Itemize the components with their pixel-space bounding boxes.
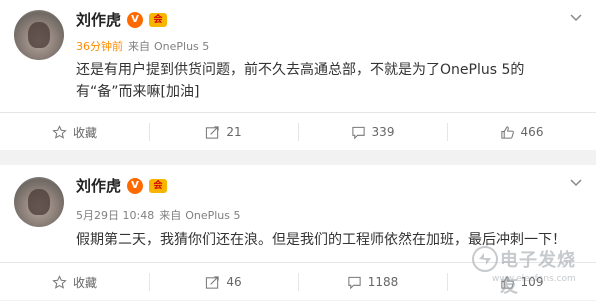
avatar[interactable] xyxy=(14,10,64,60)
like-count: 466 xyxy=(520,125,544,139)
watermark: 电子发烧友 www.elecfans.com xyxy=(470,238,588,297)
author-name[interactable]: 刘作虎 xyxy=(76,176,121,196)
member-badge-icon: 会 xyxy=(149,13,168,27)
source-device[interactable]: OnePlus 5 xyxy=(185,209,240,222)
author-name[interactable]: 刘作虎 xyxy=(76,10,121,30)
source-device[interactable]: OnePlus 5 xyxy=(154,40,209,53)
comment-count: 1188 xyxy=(367,275,399,289)
comment-icon xyxy=(351,126,365,139)
chevron-down-icon[interactable] xyxy=(570,179,582,187)
post-text: 还是有用户提到供货问题，前不久去高通总部，不就是为了OnePlus 5的有“备”… xyxy=(76,62,525,100)
favorite-button[interactable]: 收藏 xyxy=(0,113,149,151)
post-meta: 36分钟前 来自 OnePlus 5 xyxy=(76,40,209,54)
comment-count: 339 xyxy=(371,125,395,139)
post-time[interactable]: 5月29日 10:48 xyxy=(76,209,154,222)
forward-button[interactable]: 46 xyxy=(149,263,298,301)
author-row: 刘作虎 V 会 xyxy=(76,176,168,196)
comment-icon xyxy=(348,276,361,289)
forward-button[interactable]: 21 xyxy=(149,113,298,151)
action-bar: 收藏 21 339 466 xyxy=(0,112,596,151)
chevron-down-icon[interactable] xyxy=(570,14,582,22)
star-icon xyxy=(52,274,67,289)
member-badge-icon: 会 xyxy=(149,179,168,193)
post-time[interactable]: 36分钟前 xyxy=(76,40,123,53)
forward-icon xyxy=(206,275,219,289)
favorite-label: 收藏 xyxy=(72,275,97,290)
forward-count: 21 xyxy=(226,125,242,139)
verified-icon: V xyxy=(127,12,144,28)
favorite-button[interactable]: 收藏 xyxy=(0,263,149,301)
watermark-url: www.elecfans.com xyxy=(492,274,576,284)
forward-icon xyxy=(206,125,219,139)
source-prefix: 来自 xyxy=(128,40,150,53)
author-row: 刘作虎 V 会 xyxy=(76,10,168,30)
post-meta: 5月29日 10:48 来自 OnePlus 5 xyxy=(76,209,241,223)
post-card: 刘作虎 V 会 36分钟前 来自 OnePlus 5 还是有用户提到供货问题，前不久… xyxy=(0,0,596,150)
like-button[interactable]: 466 xyxy=(447,113,596,151)
comment-button[interactable]: 1188 xyxy=(298,263,447,301)
comment-button[interactable]: 339 xyxy=(298,113,447,151)
verified-icon: V xyxy=(127,178,144,194)
star-icon xyxy=(52,124,67,139)
forward-count: 46 xyxy=(226,275,242,289)
weibo-feed: 刘作虎 V 会 36分钟前 来自 OnePlus 5 还是有用户提到供货问题，前不久… xyxy=(0,0,596,300)
favorite-label: 收藏 xyxy=(72,125,97,140)
watermark-logo-icon xyxy=(472,246,498,272)
watermark-title: 电子发烧友 xyxy=(500,250,576,297)
source-prefix: 来自 xyxy=(159,209,182,222)
avatar[interactable] xyxy=(14,177,64,227)
thumbs-up-icon xyxy=(500,125,514,139)
